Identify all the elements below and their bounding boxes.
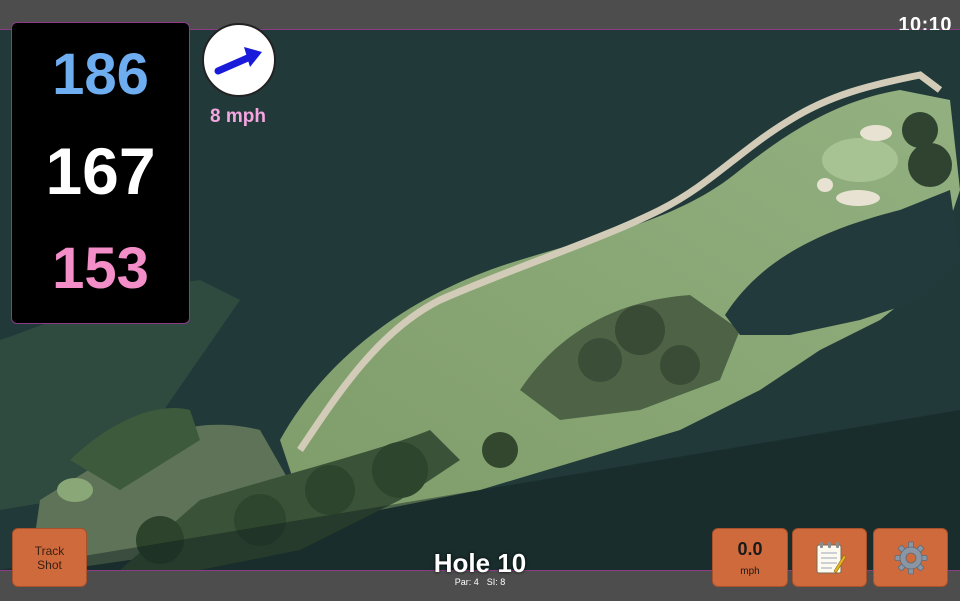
settings-button[interactable] bbox=[873, 528, 948, 587]
front-distance: 153 bbox=[52, 236, 149, 301]
back-distance: 186 bbox=[52, 42, 149, 107]
notepad-icon bbox=[816, 542, 846, 574]
wind-direction-dial bbox=[202, 23, 276, 97]
gear-icon bbox=[894, 541, 928, 575]
track-shot-label-line1: Track bbox=[34, 543, 65, 558]
speed-unit: mph bbox=[740, 566, 760, 577]
distance-panel: 186 167 153 bbox=[11, 22, 190, 324]
wind-speed: 8 mph bbox=[210, 106, 266, 127]
hole-stroke-index: SI: 8 bbox=[486, 577, 506, 587]
hole-par: Par: 4 bbox=[454, 577, 479, 587]
middle-distance: 167 bbox=[45, 134, 156, 208]
track-shot-label-line2: Shot bbox=[37, 557, 62, 572]
notes-button[interactable] bbox=[792, 528, 867, 587]
track-shot-button[interactable]: Track Shot bbox=[12, 528, 87, 587]
hole-title: Hole 10 bbox=[433, 548, 527, 578]
speed-value: 0.0 bbox=[737, 539, 763, 559]
hole-info: Par: 4 SI: 8 bbox=[380, 577, 580, 587]
speed-button[interactable]: 0.0 mph bbox=[712, 528, 788, 587]
arrow-right-up-icon bbox=[214, 47, 262, 75]
